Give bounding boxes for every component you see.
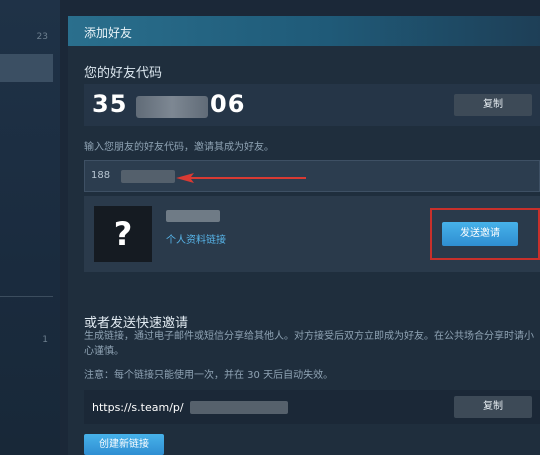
friend-code-input[interactable]: 188 — [84, 160, 540, 192]
quick-invite-description: 生成链接，通过电子邮件或短信分享给其他人。对方接受后双方立即成为好友。在公共场合… — [84, 331, 534, 357]
avatar-placeholder: ? — [94, 206, 152, 262]
sidebar: 23 1 — [0, 0, 60, 455]
profile-link[interactable]: 个人资料链接 — [166, 231, 226, 246]
add-friend-panel: 添加好友 您的好友代码 35 06 复制 输入您朋友的好友代码，邀请其成为好友。… — [68, 16, 540, 455]
friend-code-prefix: 35 — [92, 90, 128, 118]
sidebar-item-add-friend[interactable] — [0, 54, 53, 82]
friend-code-redacted — [136, 96, 208, 118]
copy-code-button[interactable]: 复制 — [454, 94, 532, 116]
friend-name-redacted — [166, 210, 220, 222]
friend-code-hint: 输入您朋友的好友代码，邀请其成为好友。 — [84, 142, 274, 153]
sidebar-divider — [0, 296, 53, 297]
sidebar-count: 1 — [42, 335, 48, 345]
panel-header: 添加好友 — [68, 16, 540, 46]
red-arrow-annotation — [176, 173, 306, 183]
copy-link-button[interactable]: 复制 — [454, 396, 532, 418]
quick-invite-note: 注意：每个链接只能使用一次，并在 30 天后自动失效。 — [84, 370, 334, 381]
input-redacted — [121, 170, 175, 183]
invite-link-text: https://s.team/p/ — [92, 401, 184, 414]
friend-code-input-value: 188 — [91, 170, 111, 181]
page-title: 添加好友 — [84, 26, 133, 40]
friend-search-result: ? 个人资料链接 发送邀请 — [84, 196, 540, 272]
send-invite-button[interactable]: 发送邀请 — [442, 222, 518, 246]
friend-code-suffix: 06 — [210, 90, 246, 118]
create-new-link-button[interactable]: 创建新链接 — [84, 434, 164, 455]
sidebar-count: 23 — [36, 32, 48, 42]
invite-link-redacted — [190, 401, 288, 414]
friend-code-title: 您的好友代码 — [84, 66, 163, 81]
